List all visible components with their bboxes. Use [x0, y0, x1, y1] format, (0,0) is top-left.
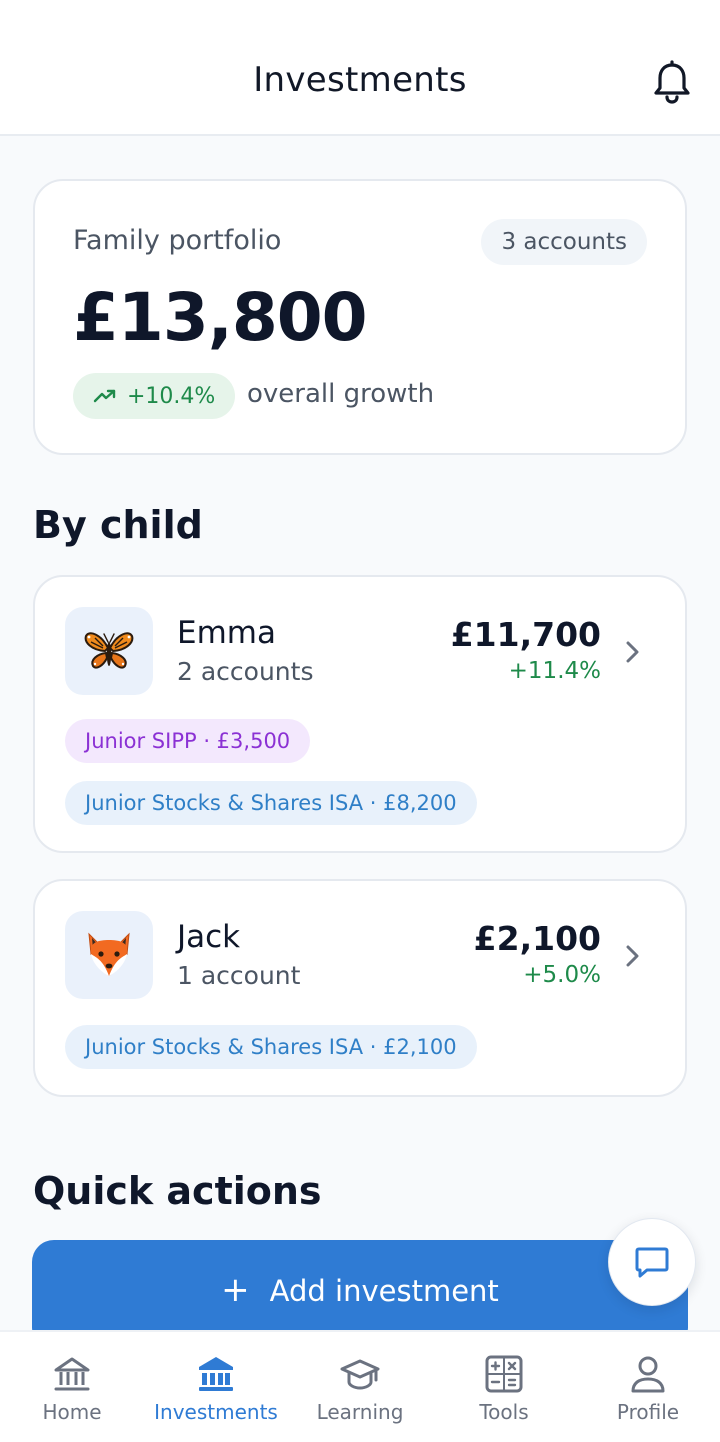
account-pill-junior-sipp[interactable]: Junior SIPP · £3,500: [65, 719, 311, 763]
nav-profile[interactable]: Profile: [576, 1332, 720, 1442]
quick-actions-heading: Quick actions: [33, 1169, 322, 1213]
add-investment-label: Add investment: [269, 1274, 499, 1308]
by-child-heading: By child: [33, 503, 203, 547]
growth-caption: overall growth: [247, 379, 435, 409]
nav-tools[interactable]: Tools: [432, 1332, 576, 1442]
plus-icon: +: [221, 1270, 250, 1310]
nav-label: Investments: [154, 1400, 278, 1424]
chevron-right-icon: [626, 641, 639, 663]
bottom-nav: Home Investments Learning Tools Profile: [0, 1330, 720, 1442]
growth-percent: +10.4%: [127, 383, 216, 409]
child-avatar: [65, 911, 153, 999]
chat-bubble-icon: [635, 1247, 669, 1278]
butterfly-icon: [84, 632, 134, 669]
nav-learning[interactable]: Learning: [288, 1332, 432, 1442]
nav-label: Profile: [616, 1400, 680, 1424]
nav-label: Learning: [316, 1400, 404, 1424]
chevron-right-icon: [626, 945, 639, 967]
child-name: Jack: [177, 919, 241, 955]
bell-icon[interactable]: [652, 60, 692, 104]
nav-investments[interactable]: Investments: [144, 1332, 288, 1442]
account-pill-junior-isa[interactable]: Junior Stocks & Shares ISA · £8,200: [65, 781, 477, 825]
chat-button[interactable]: [608, 1218, 696, 1306]
growth-badge: +10.4%: [73, 373, 236, 419]
child-name: Emma: [177, 615, 276, 651]
person-icon: [631, 1356, 665, 1393]
graduation-cap-icon: [340, 1359, 380, 1390]
nav-label: Tools: [479, 1400, 529, 1424]
child-accounts-count: 1 account: [177, 961, 301, 990]
child-avatar: [65, 607, 153, 695]
accounts-count-badge: 3 accounts: [481, 219, 647, 265]
portfolio-label: Family portfolio: [73, 225, 282, 256]
child-growth: +11.4%: [508, 658, 601, 684]
portfolio-total-value: £13,800: [73, 279, 368, 356]
account-pill-junior-isa[interactable]: Junior Stocks & Shares ISA · £2,100: [65, 1025, 477, 1069]
bank-filled-icon: [199, 1357, 233, 1391]
child-accounts-count: 2 accounts: [177, 657, 314, 686]
child-card-jack[interactable]: Jack 1 account £2,100 +5.0% Junior Stock…: [33, 879, 687, 1097]
child-total-value: £11,700: [450, 615, 601, 654]
app-header: Investments: [0, 0, 720, 136]
page-title: Investments: [253, 60, 467, 100]
nav-home[interactable]: Home: [0, 1332, 144, 1442]
child-card-emma[interactable]: Emma 2 accounts £11,700 +11.4% Junior SI…: [33, 575, 687, 853]
child-growth: +5.0%: [523, 962, 601, 988]
calculator-icon: [485, 1355, 523, 1393]
trending-up-icon: [93, 389, 116, 403]
child-total-value: £2,100: [473, 919, 601, 958]
bank-outline-icon: [54, 1357, 90, 1391]
family-portfolio-card: Family portfolio 3 accounts £13,800 +10.…: [33, 179, 687, 455]
nav-label: Home: [42, 1400, 102, 1424]
fox-icon: [88, 932, 130, 976]
